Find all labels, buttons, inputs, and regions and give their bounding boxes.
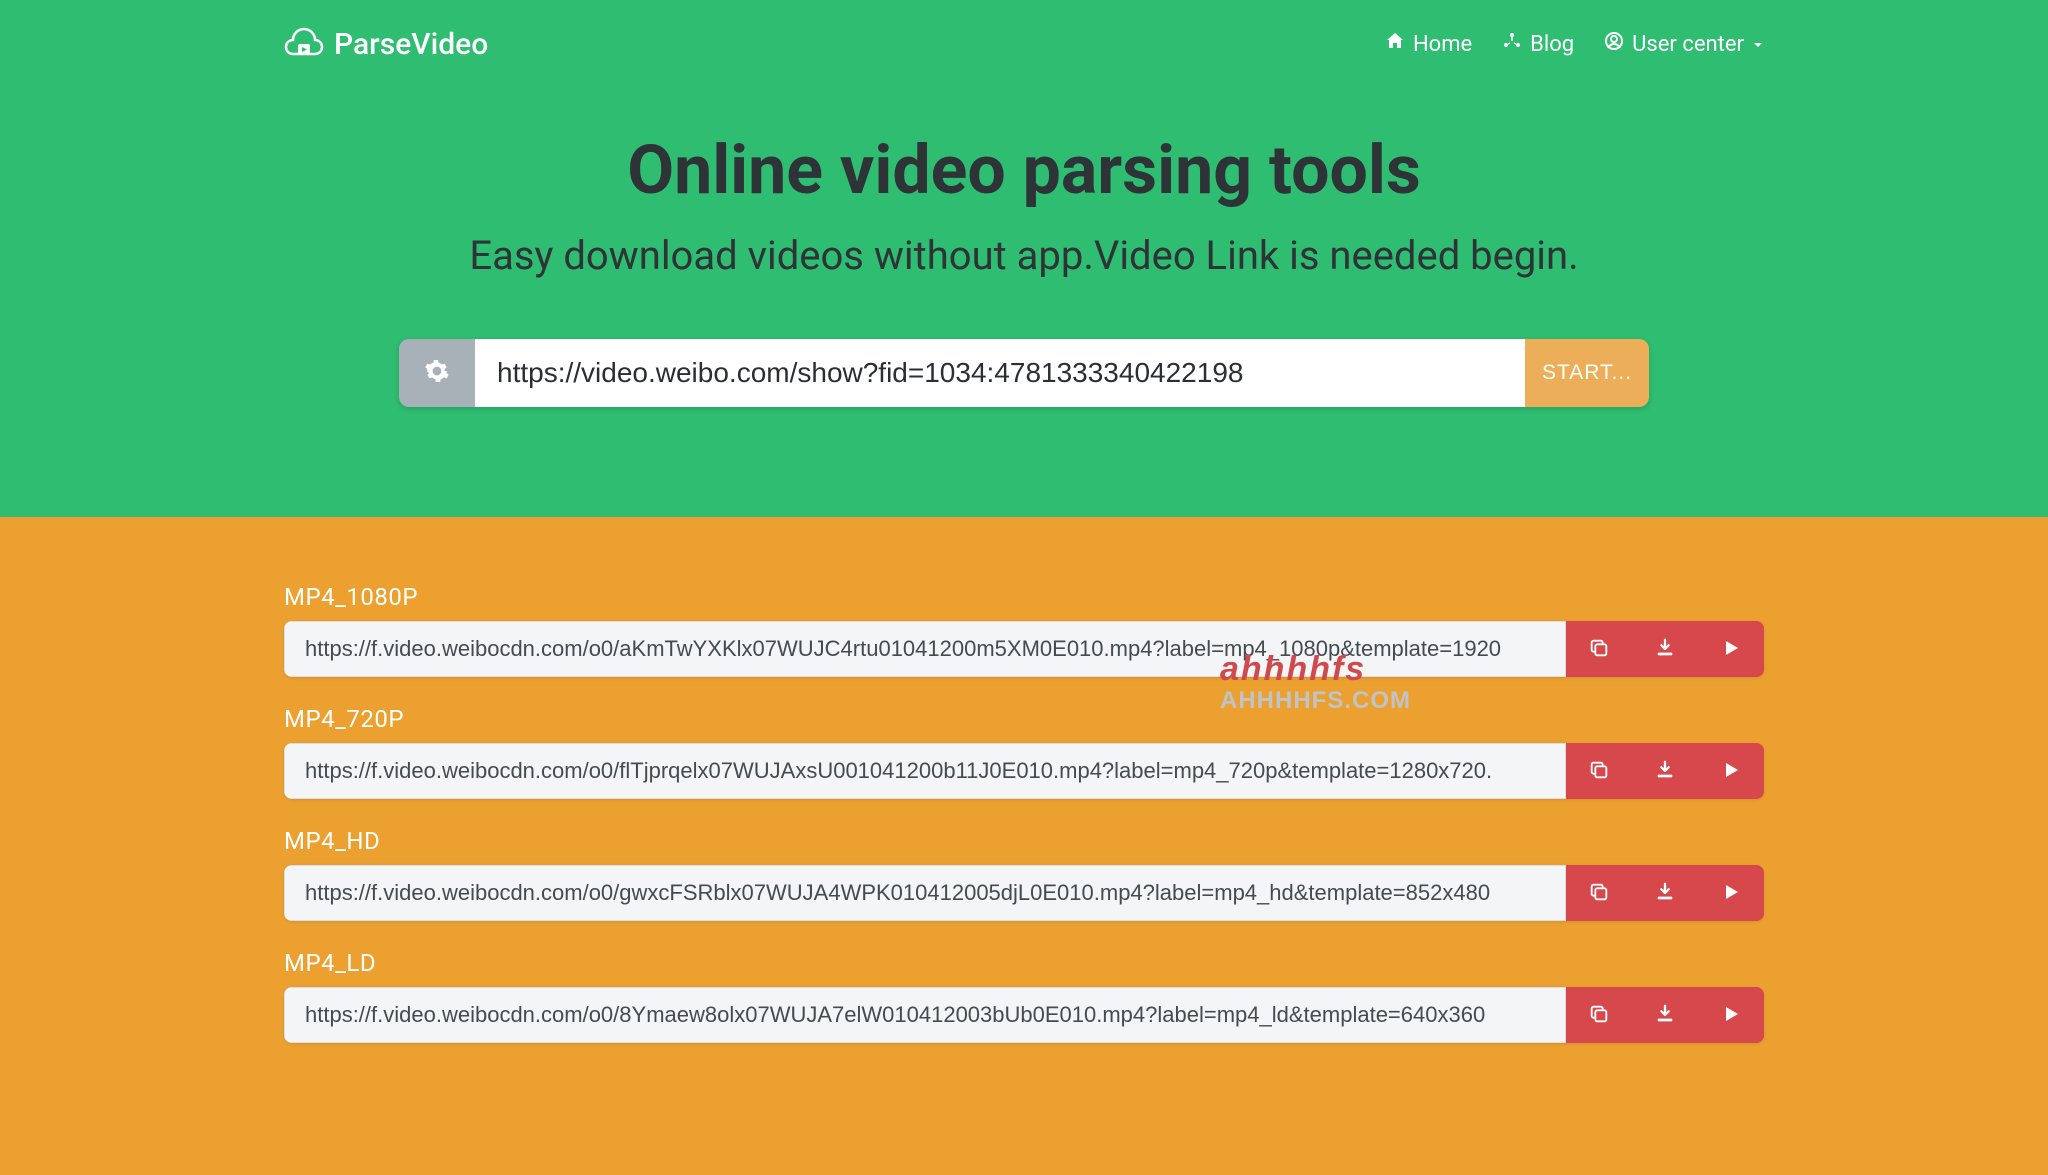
search-box: START...: [399, 339, 1649, 407]
gear-icon: [424, 358, 450, 388]
play-icon: [1722, 1005, 1740, 1026]
nav-user-center[interactable]: User center: [1604, 31, 1764, 57]
download-button[interactable]: [1632, 743, 1698, 799]
play-icon: [1722, 883, 1740, 904]
nav-user-center-label: User center: [1632, 32, 1744, 57]
download-icon: [1654, 1003, 1676, 1028]
play-button[interactable]: [1698, 865, 1764, 921]
result-row: [284, 621, 1764, 677]
sparkle-icon: [1502, 31, 1522, 57]
result-label: MP4_HD: [284, 827, 1764, 855]
result-label: MP4_1080P: [284, 583, 1764, 611]
result-url-input[interactable]: [284, 987, 1566, 1043]
hero-subtitle: Easy download videos without app.Video L…: [284, 232, 1764, 279]
download-button[interactable]: [1632, 865, 1698, 921]
play-icon: [1722, 761, 1740, 782]
result-label: MP4_LD: [284, 949, 1764, 977]
result-row: [284, 865, 1764, 921]
nav-blog-label: Blog: [1530, 32, 1574, 57]
result-actions: [1566, 865, 1764, 921]
play-button[interactable]: [1698, 621, 1764, 677]
home-icon: [1385, 31, 1405, 57]
result-actions: [1566, 621, 1764, 677]
url-input[interactable]: [475, 339, 1525, 407]
settings-button[interactable]: [399, 339, 475, 407]
download-icon: [1654, 881, 1676, 906]
download-button[interactable]: [1632, 621, 1698, 677]
result-item: MP4_LD: [284, 949, 1764, 1043]
copy-button[interactable]: [1566, 743, 1632, 799]
result-actions: [1566, 743, 1764, 799]
result-url-input[interactable]: [284, 865, 1566, 921]
play-button[interactable]: [1698, 743, 1764, 799]
cloud-play-icon: [284, 27, 324, 61]
result-url-input[interactable]: [284, 743, 1566, 799]
result-actions: [1566, 987, 1764, 1043]
play-button[interactable]: [1698, 987, 1764, 1043]
copy-button[interactable]: [1566, 865, 1632, 921]
hero-title: Online video parsing tools: [284, 130, 1764, 210]
copy-icon: [1588, 881, 1610, 906]
user-icon: [1604, 31, 1624, 57]
hero-content: Online video parsing tools Easy download…: [284, 70, 1764, 517]
nav-blog[interactable]: Blog: [1502, 31, 1574, 57]
copy-icon: [1588, 759, 1610, 784]
result-item: MP4_1080P: [284, 583, 1764, 677]
result-label: MP4_720P: [284, 705, 1764, 733]
download-icon: [1654, 759, 1676, 784]
download-button[interactable]: [1632, 987, 1698, 1043]
brand-name: ParseVideo: [334, 27, 488, 62]
copy-icon: [1588, 637, 1610, 662]
nav-home[interactable]: Home: [1385, 31, 1472, 57]
copy-button[interactable]: [1566, 621, 1632, 677]
hero-section: ParseVideo Home Blog: [0, 0, 2048, 517]
download-icon: [1654, 637, 1676, 662]
navbar: ParseVideo Home Blog: [284, 0, 1764, 70]
result-item: MP4_HD: [284, 827, 1764, 921]
start-button[interactable]: START...: [1525, 339, 1649, 407]
result-row: [284, 743, 1764, 799]
copy-button[interactable]: [1566, 987, 1632, 1043]
results-section: MP4_1080P MP4_720P MP4_HD MP4_LD: [0, 517, 2048, 1131]
chevron-down-icon: [1752, 32, 1764, 57]
brand[interactable]: ParseVideo: [284, 27, 488, 62]
copy-icon: [1588, 1003, 1610, 1028]
result-row: [284, 987, 1764, 1043]
play-icon: [1722, 639, 1740, 660]
nav-links: Home Blog User center: [1385, 31, 1764, 57]
result-item: MP4_720P: [284, 705, 1764, 799]
result-url-input[interactable]: [284, 621, 1566, 677]
nav-home-label: Home: [1413, 32, 1472, 57]
